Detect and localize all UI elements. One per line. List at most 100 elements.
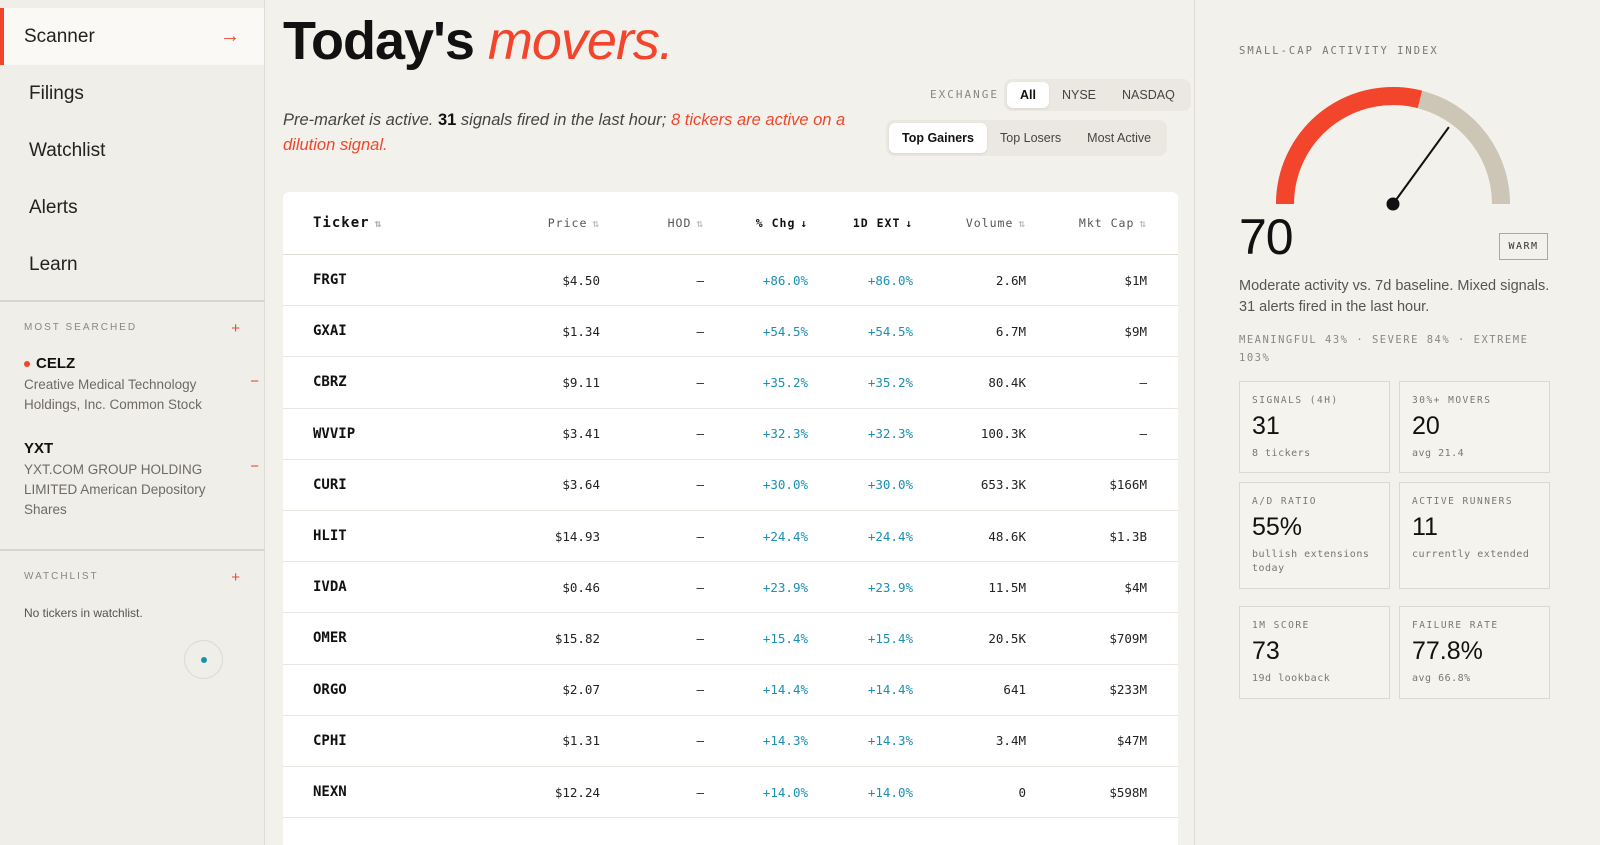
activity-description: Moderate activity vs. 7d baseline. Mixed… xyxy=(1239,278,1550,315)
cell-price: $0.46 xyxy=(562,579,600,595)
cell-pct-change: +23.9% xyxy=(762,579,808,595)
cell-price: $12.24 xyxy=(554,784,600,800)
view-option-most-active[interactable]: Most Active xyxy=(1074,123,1164,153)
table-row[interactable]: GXAI $1.34 — +54.5% +54.5% 6.7M $9M xyxy=(283,306,1178,358)
watchlist-label: WATCHLIST xyxy=(24,571,99,582)
cell-pct-change: +30.0% xyxy=(762,477,808,493)
cell-volume: 80.4K xyxy=(988,374,1026,390)
cell-hod: — xyxy=(696,682,704,698)
stat-value: 20 xyxy=(1412,412,1440,440)
remove-searched-button[interactable]: − xyxy=(250,373,259,390)
sort-icon: ⇅ xyxy=(1018,216,1026,230)
cell-1d-ext: +14.4% xyxy=(867,682,913,698)
cell-ticker[interactable]: WVVIP xyxy=(313,409,355,459)
cell-1d-ext: +32.3% xyxy=(867,426,913,442)
stat-label: FAILURE RATE xyxy=(1412,620,1499,631)
cell-ticker[interactable]: ORGO xyxy=(313,665,347,715)
cell-mkt-cap: $598M xyxy=(1109,784,1147,800)
cell-ticker[interactable]: CURI xyxy=(313,460,347,510)
watchlist-empty-text: No tickers in watchlist. xyxy=(24,606,143,620)
cell-ticker[interactable]: FRGT xyxy=(313,255,347,305)
cell-pct-change: +14.4% xyxy=(762,682,808,698)
exchange-option-nasdaq[interactable]: NASDAQ xyxy=(1109,82,1188,108)
cell-ticker[interactable]: CBRZ xyxy=(313,357,347,407)
nav-item-filings[interactable]: Filings xyxy=(0,65,264,122)
column-header-price[interactable]: Price ⇅ xyxy=(548,192,600,254)
exchange-option-nyse[interactable]: NYSE xyxy=(1049,82,1109,108)
column-header-volume[interactable]: Volume ⇅ xyxy=(966,192,1026,254)
nav-item-learn[interactable]: Learn xyxy=(0,236,264,293)
cell-volume: 0 xyxy=(1018,784,1026,800)
cell-ticker[interactable]: OMER xyxy=(313,613,347,663)
stat-value: 77.8% xyxy=(1412,637,1483,665)
stat-label: A/D RATIO xyxy=(1252,496,1317,507)
cell-hod: — xyxy=(696,272,704,288)
cell-ticker[interactable]: NEXN xyxy=(313,767,347,817)
remove-searched-button[interactable]: − xyxy=(250,458,259,475)
table-row[interactable]: HLIT $14.93 — +24.4% +24.4% 48.6K $1.3B xyxy=(283,511,1178,563)
cell-volume: 3.4M xyxy=(995,733,1026,749)
gauge-needle xyxy=(1392,126,1450,205)
sort-desc-icon: ↓ xyxy=(800,216,808,230)
stat-sub: bullish extensions today xyxy=(1252,549,1370,574)
table-row[interactable]: FRGT $4.50 — +86.0% +86.0% 2.6M $1M xyxy=(283,255,1178,307)
table-row[interactable]: OMER $15.82 — +15.4% +15.4% 20.5K $709M xyxy=(283,613,1178,665)
cell-1d-ext: +86.0% xyxy=(867,272,913,288)
nav-item-scanner[interactable]: Scanner → xyxy=(0,8,264,65)
table-row[interactable]: NEXN $12.24 — +14.0% +14.0% 0 $598M xyxy=(283,767,1178,819)
summary-signals-text: signals fired in the last hour; xyxy=(460,111,667,129)
exchange-option-all[interactable]: All xyxy=(1007,82,1049,108)
sort-icon: ⇅ xyxy=(1139,216,1147,230)
cell-ticker[interactable]: CPHI xyxy=(313,716,347,766)
table-header: Ticker ⇅ Price ⇅ HOD ⇅ % Chg ↓ 1D EXT ↓ Volum… xyxy=(283,192,1178,255)
arrow-right-icon: → xyxy=(220,25,240,47)
cell-1d-ext: +23.9% xyxy=(867,579,913,595)
view-option-top-gainers[interactable]: Top Gainers xyxy=(889,123,988,153)
column-header-1d-ext[interactable]: 1D EXT ↓ xyxy=(853,192,913,254)
cell-ticker[interactable]: HLIT xyxy=(313,511,347,561)
table-row[interactable]: CPHI $1.31 — +14.3% +14.3% 3.4M $47M xyxy=(283,716,1178,767)
stat-card-1m-score: 1M SCORE 73 19d lookback xyxy=(1239,606,1390,699)
cell-1d-ext: +14.0% xyxy=(867,784,913,800)
cell-ticker[interactable]: IVDA xyxy=(313,562,347,612)
column-header-ticker[interactable]: Ticker ⇅ xyxy=(313,192,382,254)
view-option-top-losers[interactable]: Top Losers xyxy=(987,123,1074,153)
cell-ticker[interactable]: GXAI xyxy=(313,306,347,356)
add-most-searched-button[interactable]: + xyxy=(231,320,240,337)
add-watchlist-button[interactable]: + xyxy=(231,569,240,586)
column-header-hod[interactable]: HOD ⇅ xyxy=(668,192,704,254)
nav-item-alerts[interactable]: Alerts xyxy=(0,179,264,236)
cell-price: $4.50 xyxy=(562,272,600,288)
stat-value: 55% xyxy=(1252,513,1303,541)
cell-price: $3.41 xyxy=(562,426,600,442)
activity-score: 70 xyxy=(1239,209,1294,265)
nav-item-label: Scanner xyxy=(24,25,95,47)
cell-mkt-cap: — xyxy=(1139,426,1147,442)
cell-price: $9.11 xyxy=(562,374,600,390)
cell-price: $1.34 xyxy=(562,323,600,339)
activity-status-badge: WARM xyxy=(1499,233,1548,260)
cell-1d-ext: +15.4% xyxy=(867,630,913,646)
cell-volume: 2.6M xyxy=(995,272,1026,288)
table-row[interactable]: CURI $3.64 — +30.0% +30.0% 653.3K $166M xyxy=(283,460,1178,511)
exchange-label: EXCHANGE xyxy=(930,88,999,101)
most-searched-item[interactable]: CELZ Creative Medical Technology Holding… xyxy=(24,355,259,415)
table-row[interactable]: WVVIP $3.41 — +32.3% +32.3% 100.3K — xyxy=(283,409,1178,460)
cell-mkt-cap: $166M xyxy=(1109,477,1147,493)
sort-icon: ⇅ xyxy=(696,216,704,230)
cell-volume: 48.6K xyxy=(988,528,1026,544)
market-summary: Pre-market is active. 31 signals fired i… xyxy=(283,108,863,158)
column-header-mkt-cap[interactable]: Mkt Cap ⇅ xyxy=(1079,192,1147,254)
column-header-pct-change[interactable]: % Chg ↓ xyxy=(756,192,808,254)
gauge-track xyxy=(1276,87,1510,205)
table-row[interactable]: IVDA $0.46 — +23.9% +23.9% 11.5M $4M xyxy=(283,562,1178,614)
table-row[interactable]: CBRZ $9.11 — +35.2% +35.2% 80.4K — xyxy=(283,357,1178,409)
view-filter: Top Gainers Top Losers Most Active xyxy=(886,120,1168,156)
table-row[interactable]: ORGO $2.07 — +14.4% +14.4% 641 $233M xyxy=(283,665,1178,716)
nav-item-label: Filings xyxy=(29,82,84,104)
stat-label: SIGNALS (4H) xyxy=(1252,395,1339,406)
loading-dot-icon xyxy=(200,656,207,663)
most-searched-item[interactable]: YXT YXT.COM GROUP HOLDING LIMITED Americ… xyxy=(24,440,259,520)
stat-value: 31 xyxy=(1252,412,1280,440)
nav-item-watchlist[interactable]: Watchlist xyxy=(0,122,264,179)
